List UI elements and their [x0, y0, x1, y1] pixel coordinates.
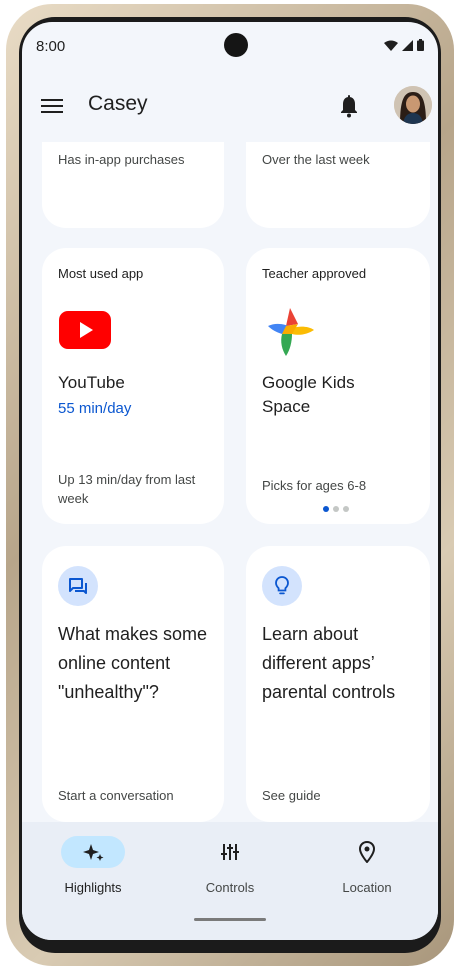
sparkle-icon — [83, 844, 104, 861]
nav-highlights-label: Highlights — [64, 880, 122, 895]
most-used-usage: 55 min/day — [58, 400, 132, 417]
nav-controls-pill[interactable] — [198, 836, 262, 868]
pager-dot-2[interactable] — [333, 506, 339, 512]
in-app-purchases-text: Has in-app purchases — [58, 152, 185, 167]
teacher-approved-app-name: Google Kids Space — [262, 373, 355, 416]
chat-icon-circle — [58, 566, 98, 606]
pager-dot-1[interactable] — [323, 506, 329, 512]
highlights-content[interactable]: Has in-app purchases Over the last week … — [22, 142, 438, 822]
nav-location[interactable]: Location — [312, 836, 422, 902]
location-pin-icon — [359, 841, 375, 863]
nav-controls-label: Controls — [205, 880, 255, 895]
teacher-approved-card[interactable]: Teacher approved Google Kids Space Picks… — [246, 248, 430, 524]
chat-icon — [69, 578, 87, 594]
most-used-app-card[interactable]: Most used app YouTube 55 min/day Up 13 m… — [42, 248, 224, 524]
carousel-pager[interactable] — [323, 506, 349, 512]
signal-icon — [402, 39, 413, 51]
sliders-icon — [221, 844, 239, 860]
menu-icon[interactable] — [40, 96, 64, 116]
guide-question: Learn about different apps’ parental con… — [262, 624, 396, 702]
nav-location-pill[interactable] — [335, 836, 399, 868]
screen: 8:00 Casey Has in-app purchases Over the… — [22, 22, 438, 940]
conversation-footer: Start a conversation — [58, 788, 174, 803]
app-bar: Casey — [22, 78, 438, 134]
in-app-purchases-card[interactable]: Has in-app purchases — [42, 142, 224, 228]
status-bar: 8:00 — [22, 22, 438, 70]
lightbulb-icon — [275, 576, 289, 595]
conversation-card[interactable]: What makes some online content "unhealth… — [42, 546, 224, 822]
weekly-summary-card[interactable]: Over the last week — [246, 142, 430, 228]
nav-highlights-pill[interactable] — [61, 836, 125, 868]
google-kids-space-icon — [268, 308, 314, 356]
bottom-navigation: Highlights Controls Location — [22, 822, 438, 940]
front-camera — [224, 33, 248, 57]
avatar-image — [394, 86, 432, 124]
child-name-title: Casey — [88, 92, 148, 115]
wifi-icon — [384, 40, 398, 51]
battery-icon — [417, 39, 424, 51]
status-icons — [384, 39, 424, 51]
teacher-approved-footer: Picks for ages 6-8 — [262, 478, 367, 493]
nav-controls[interactable]: Controls — [175, 836, 285, 902]
youtube-icon — [59, 311, 111, 349]
nav-highlights[interactable]: Highlights — [38, 836, 148, 902]
teacher-approved-label: Teacher approved — [262, 266, 367, 281]
guide-card[interactable]: Learn about different apps’ parental con… — [246, 546, 430, 822]
home-indicator — [194, 918, 266, 921]
nav-location-label: Location — [342, 880, 392, 895]
most-used-footer: Up 13 min/day from last week — [58, 472, 196, 506]
bell-icon[interactable] — [338, 94, 360, 118]
status-time: 8:00 — [36, 38, 66, 55]
conversation-question: What makes some online content "unhealth… — [58, 624, 208, 702]
avatar[interactable] — [394, 86, 432, 124]
pager-dot-3[interactable] — [343, 506, 349, 512]
lightbulb-icon-circle — [262, 566, 302, 606]
guide-footer: See guide — [262, 788, 321, 803]
most-used-app-name: YouTube — [58, 373, 125, 392]
weekly-summary-text: Over the last week — [262, 152, 370, 167]
most-used-label: Most used app — [58, 266, 144, 281]
